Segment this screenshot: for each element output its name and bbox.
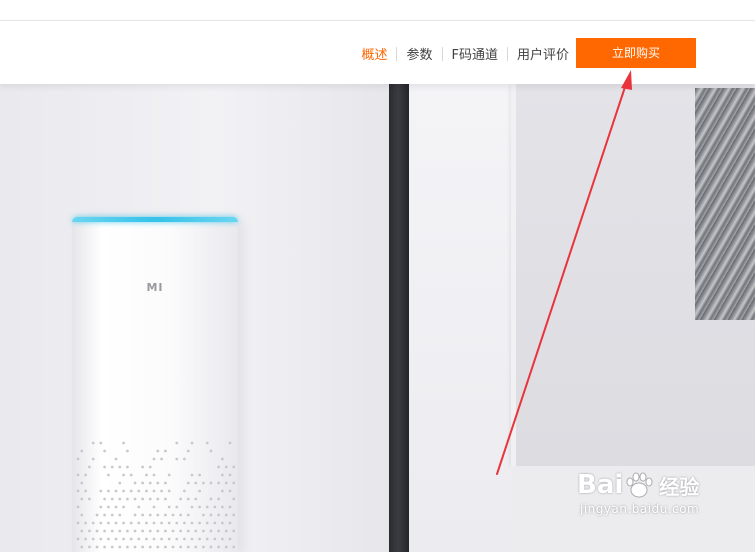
paw-icon: [626, 472, 653, 498]
baidu-jingyan-watermark: Bai 经验 jingyan.baidu.com: [577, 470, 747, 540]
watermark-logo: Bai 经验: [577, 470, 747, 500]
watermark-brand-left: Bai: [577, 470, 624, 500]
product-page: 概述 参数 F码通道 用户评价 立即购买 MI Bai 经验 jingyan.b…: [0, 0, 755, 552]
watermark-url: jingyan.baidu.com: [580, 502, 700, 516]
watermark-brand-right: 经验: [659, 474, 700, 499]
